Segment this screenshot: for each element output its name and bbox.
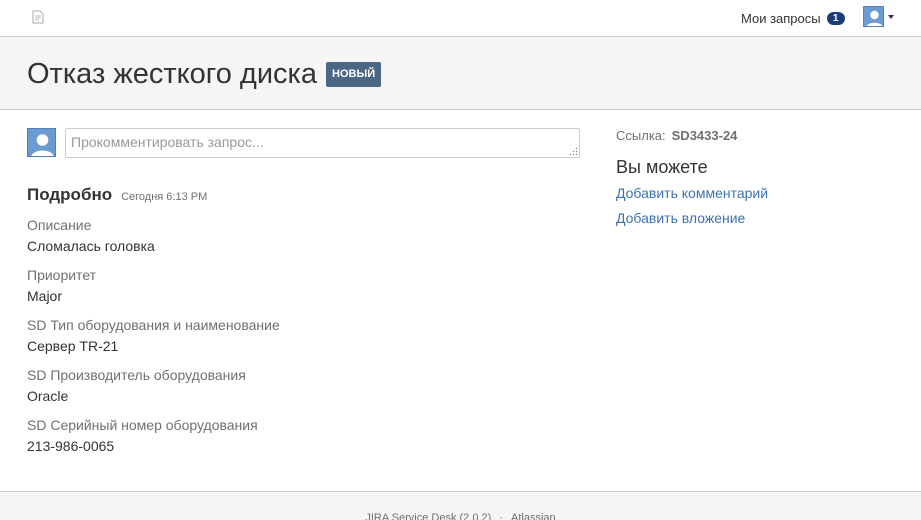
add-comment-link[interactable]: Добавить комментарий (616, 185, 768, 201)
field-label: SD Серийный номер оборудования (27, 417, 258, 433)
actions-heading: Вы можете (616, 157, 708, 177)
field-label: SD Производитель оборудования (27, 367, 246, 383)
user-menu[interactable] (863, 6, 894, 27)
footer-vendor-link[interactable]: Atlassian (511, 512, 556, 520)
requests-count-badge: 1 (826, 11, 845, 25)
footer-text: JIRA Service Desk (2.0.2) · Atlassian (0, 512, 921, 520)
reference-label: Ссылка: (616, 128, 666, 143)
field-label: SD Тип оборудования и наименование (27, 317, 280, 333)
field-value: Сломалась головка (27, 238, 155, 254)
field-description: Описание Сломалась головка (27, 216, 155, 255)
user-avatar-icon (863, 6, 884, 27)
reference-key: SD3433-24 (671, 128, 738, 143)
my-requests-link[interactable]: Мои запросы 1 (741, 9, 845, 27)
document-icon[interactable] (32, 10, 44, 24)
comment-input[interactable] (65, 128, 580, 158)
page-title: Отказ жесткого диска (27, 58, 317, 90)
commenter-avatar-icon (27, 128, 56, 157)
chevron-down-icon (888, 14, 894, 19)
field-value: Сервер TR-21 (27, 338, 119, 354)
add-attachment-link[interactable]: Добавить вложение (616, 210, 745, 226)
field-equipment-type: SD Тип оборудования и наименование Серве… (27, 316, 280, 355)
my-requests-label: Мои запросы (741, 10, 821, 26)
field-serial-number: SD Серийный номер оборудования 213-986-0… (27, 416, 258, 455)
field-manufacturer: SD Производитель оборудования Oracle (27, 366, 246, 405)
field-label: Приоритет (27, 267, 97, 283)
field-priority: Приоритет Major (27, 266, 96, 305)
footer: JIRA Service Desk (2.0.2) · Atlassian (0, 491, 921, 520)
field-value: Major (27, 288, 63, 304)
field-value: Oracle (27, 388, 69, 404)
details-timestamp: Сегодня 6:13 PM (121, 191, 208, 203)
status-badge: НОВЫЙ (326, 62, 382, 87)
details-title: Подробно (27, 185, 113, 204)
footer-product-link[interactable]: JIRA Service Desk (2.0.2) (365, 512, 491, 520)
request-title-band: Отказ жесткого диска НОВЫЙ (0, 37, 921, 110)
field-value: 213-986-0065 (27, 438, 115, 454)
details-heading: Подробно Сегодня 6:13 PM (27, 185, 207, 205)
field-label: Описание (27, 217, 92, 233)
top-header: Мои запросы 1 (0, 0, 921, 37)
footer-separator: · (499, 512, 503, 520)
request-reference: Ссылка: SD3433-24 (616, 128, 737, 143)
resize-handle-icon[interactable] (569, 147, 578, 156)
